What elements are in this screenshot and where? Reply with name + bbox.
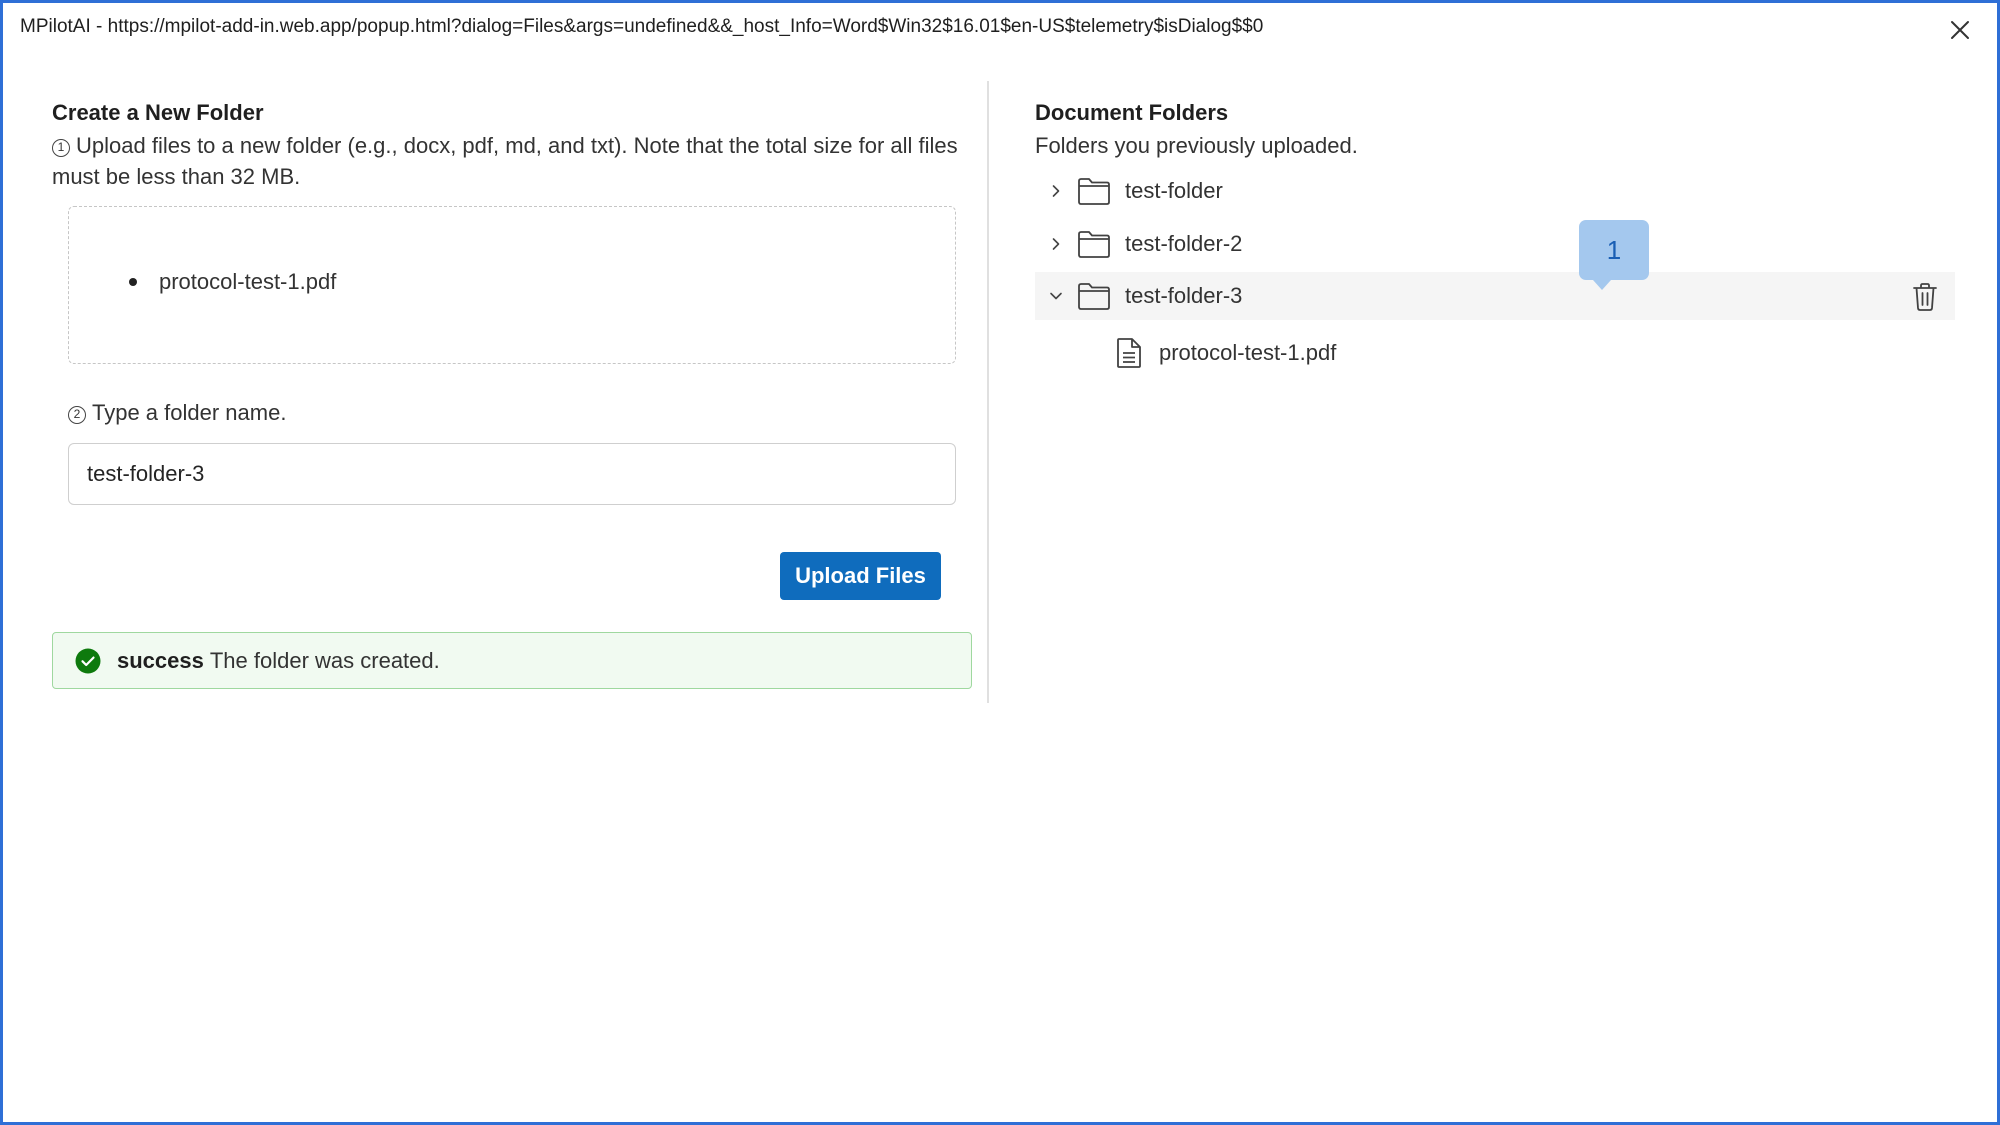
folder-row-test-folder-3[interactable]: test-folder-3 [1035, 272, 1955, 320]
file-row-protocol-test-1[interactable]: protocol-test-1.pdf [1035, 320, 1955, 386]
list-item: protocol-test-1.pdf [129, 269, 336, 295]
file-dropzone[interactable]: protocol-test-1.pdf [68, 206, 956, 364]
create-folder-title: Create a New Folder [52, 100, 264, 125]
folder-row-test-folder[interactable]: test-folder [1035, 164, 1955, 217]
chevron-down-icon[interactable] [1045, 285, 1067, 307]
folder-name: test-folder-2 [1125, 230, 1243, 256]
checkmark-circle-icon [75, 648, 101, 673]
document-folders-subtitle: Folders you previously uploaded. [1035, 133, 1358, 158]
folder-name: test-folder-3 [1125, 283, 1243, 308]
success-label: success [117, 647, 204, 673]
folder-name-input[interactable] [68, 443, 956, 505]
create-folder-panel: Create a New Folder 1 Upload files to a n… [52, 98, 972, 689]
success-message: success The folder was created. [52, 632, 972, 689]
chevron-right-icon[interactable] [1045, 233, 1067, 255]
dialog-window: MPilotAI - https://mpilot-add-in.web.app… [0, 0, 2000, 1125]
document-folders-title: Document Folders [1035, 100, 1229, 125]
upload-instructions: 1 Upload files to a new folder (e.g., doc… [52, 130, 972, 192]
folder-tree: test-folder test-folder-2 test-folder-3 … [1035, 164, 1955, 386]
folder-name: test-folder [1125, 177, 1223, 203]
window-title: MPilotAI - https://mpilot-add-in.web.app… [20, 16, 1264, 37]
upload-files-button[interactable]: Upload Files [780, 552, 941, 600]
document-folders-panel: Document Folders Folders you previously … [1035, 98, 1955, 368]
dropzone-file-name: protocol-test-1.pdf [159, 269, 337, 294]
folder-row-test-folder-2[interactable]: test-folder-2 [1035, 217, 1955, 270]
step-1-number: 1 [52, 139, 70, 157]
close-icon [1951, 21, 1969, 39]
close-button[interactable] [1943, 13, 1977, 47]
chevron-right-icon[interactable] [1045, 180, 1067, 202]
document-icon [1117, 338, 1141, 368]
folder-icon [1078, 230, 1110, 258]
bullet [129, 278, 137, 286]
step-2-text: Type a folder name. [92, 400, 287, 425]
panel-divider [987, 81, 989, 703]
step-1-text: Upload files to a new folder (e.g., docx… [52, 133, 958, 189]
folder-name-label: 2 Type a folder name. [68, 398, 286, 428]
titlebar: MPilotAI - https://mpilot-add-in.web.app… [3, 3, 1997, 39]
file-name: protocol-test-1.pdf [1159, 340, 1337, 365]
success-text: The folder was created. [209, 647, 440, 673]
folder-icon [1078, 177, 1110, 205]
step-2-number: 2 [68, 406, 86, 424]
folder-icon [1078, 283, 1110, 310]
trash-icon[interactable] [1911, 282, 1939, 312]
step-badge: 1 [1579, 220, 1649, 290]
